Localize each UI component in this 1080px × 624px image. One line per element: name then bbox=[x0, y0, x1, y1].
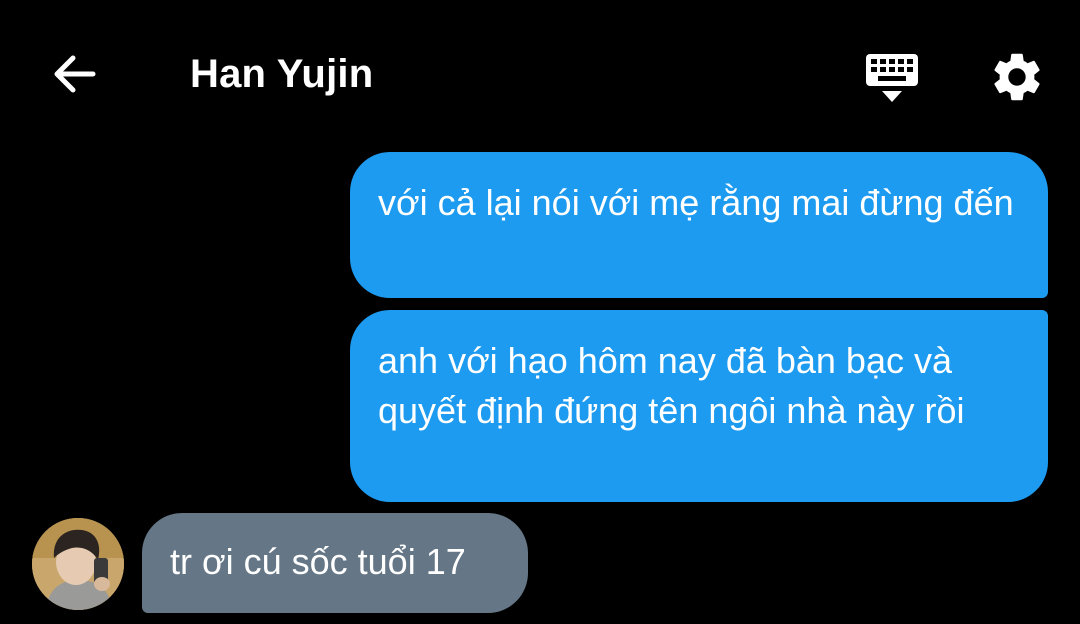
back-button[interactable] bbox=[48, 50, 100, 98]
settings-button[interactable] bbox=[988, 48, 1046, 106]
avatar[interactable] bbox=[32, 518, 124, 610]
keyboard-toggle-button[interactable] bbox=[860, 50, 924, 106]
message-bubble-sent[interactable]: anh với hạo hôm nay đã bàn bạc và quyết … bbox=[350, 310, 1048, 502]
message-text: anh với hạo hôm nay đã bàn bạc và quyết … bbox=[378, 340, 965, 431]
avatar-photo bbox=[32, 518, 124, 610]
contact-name[interactable]: Han Yujin bbox=[190, 50, 373, 98]
arrow-left-icon bbox=[54, 55, 96, 93]
message-text: với cả lại nói với mẹ rằng mai đừng đến bbox=[378, 182, 1014, 223]
message-bubble-sent[interactable]: với cả lại nói với mẹ rằng mai đừng đến bbox=[350, 152, 1048, 298]
keyboard-hide-icon bbox=[866, 54, 918, 102]
message-text: tr ơi cú sốc tuổi 17 bbox=[170, 541, 466, 582]
chat-header: Han Yujin bbox=[0, 0, 1080, 150]
gear-icon bbox=[994, 53, 1040, 101]
message-bubble-received[interactable]: tr ơi cú sốc tuổi 17 bbox=[142, 513, 528, 613]
